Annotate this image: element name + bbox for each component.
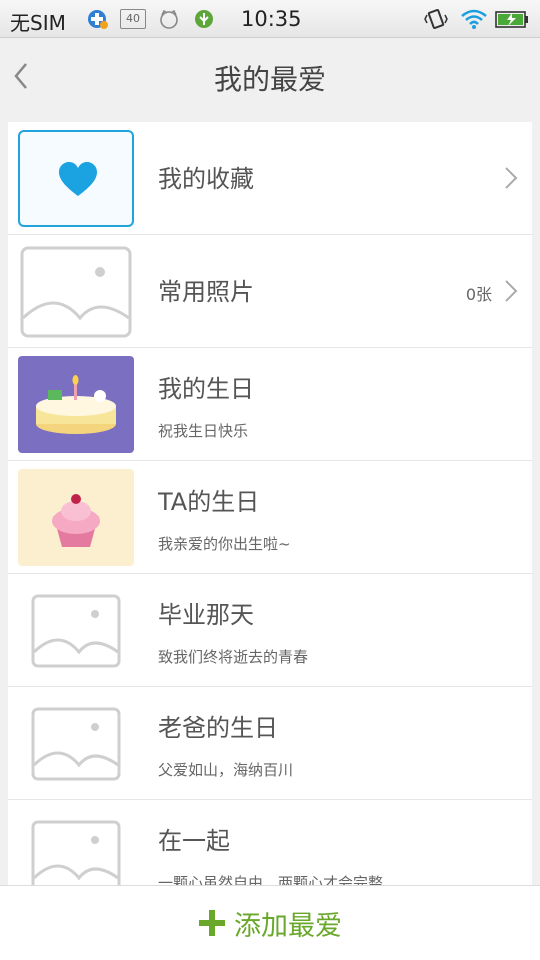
image-placeholder-icon [31, 820, 121, 885]
status-bar: 无SIM 40 10:35 [0, 0, 540, 38]
ta-birthday-thumb [18, 469, 134, 566]
birthday-thumb [18, 356, 134, 453]
heart-icon [59, 162, 97, 196]
list-item-title: 老爸的生日 [158, 714, 278, 742]
list-item-title: TA的生日 [158, 488, 260, 516]
list-item-subtitle: 致我们终将逝去的青春 [158, 648, 309, 666]
cupcake-image [52, 494, 100, 547]
list-item-title: 我的收藏 [158, 165, 254, 193]
image-placeholder-icon [31, 707, 121, 780]
vibrate-icon [424, 9, 448, 29]
nav-header: 我的最爱 [0, 38, 540, 122]
list-item-subtitle: 父爱如山，海纳百川 [158, 761, 294, 779]
list-item-together[interactable]: 在一起 一颗心虽然自由，两颗心才会完整 [8, 800, 532, 885]
favorites-list: 我的收藏 常用照片 0张 我的生日 祝我生日快乐 TA的生日 我亲爱的你出生啦~… [8, 122, 532, 885]
collection-thumb [18, 130, 134, 227]
list-item-title: 在一起 [158, 827, 230, 855]
image-placeholder-icon [20, 246, 132, 337]
photo-count: 0张 [465, 285, 492, 304]
battery-charging-icon [495, 11, 528, 28]
birthday-cake-image [36, 375, 116, 434]
list-item-my-birthday[interactable]: 我的生日 祝我生日快乐 [8, 348, 532, 461]
list-item-subtitle: 我亲爱的你出生啦~ [158, 535, 291, 553]
cat-icon [160, 9, 178, 29]
list-item-ta-birthday[interactable]: TA的生日 我亲爱的你出生啦~ [8, 461, 532, 574]
list-item-common-photos[interactable]: 常用照片 0张 [8, 235, 532, 348]
list-item-my-collection[interactable]: 我的收藏 [8, 122, 532, 235]
add-favorite-label: 添加最爱 [234, 910, 342, 942]
graduation-thumb [18, 582, 134, 679]
page-title: 我的最爱 [213, 63, 326, 96]
app-notification-icon [88, 10, 108, 29]
clock: 10:35 [241, 7, 302, 31]
signal-badge: 40 [120, 9, 146, 29]
image-placeholder-icon [31, 594, 121, 667]
chevron-right-icon [505, 167, 518, 189]
wifi-icon [461, 9, 487, 29]
list-item-title: 常用照片 [158, 278, 254, 306]
list-item-dad-birthday[interactable]: 老爸的生日 父爱如山，海纳百川 [8, 687, 532, 800]
list-item-subtitle: 祝我生日快乐 [158, 422, 249, 440]
dad-birthday-thumb [18, 695, 134, 792]
chevron-right-icon [505, 280, 518, 302]
list-item-title: 毕业那天 [158, 601, 254, 629]
plus-icon [199, 910, 225, 936]
photo-thumb [18, 243, 134, 340]
together-thumb [18, 808, 134, 885]
list-item-title: 我的生日 [158, 375, 254, 403]
usb-icon [195, 10, 213, 28]
add-favorite-button[interactable]: 添加最爱 [0, 885, 540, 960]
list-item-subtitle: 一颗心虽然自由，两颗心才会完整 [158, 874, 384, 885]
list-item-graduation-day[interactable]: 毕业那天 致我们终将逝去的青春 [8, 574, 532, 687]
carrier-label: 无SIM [10, 11, 66, 35]
